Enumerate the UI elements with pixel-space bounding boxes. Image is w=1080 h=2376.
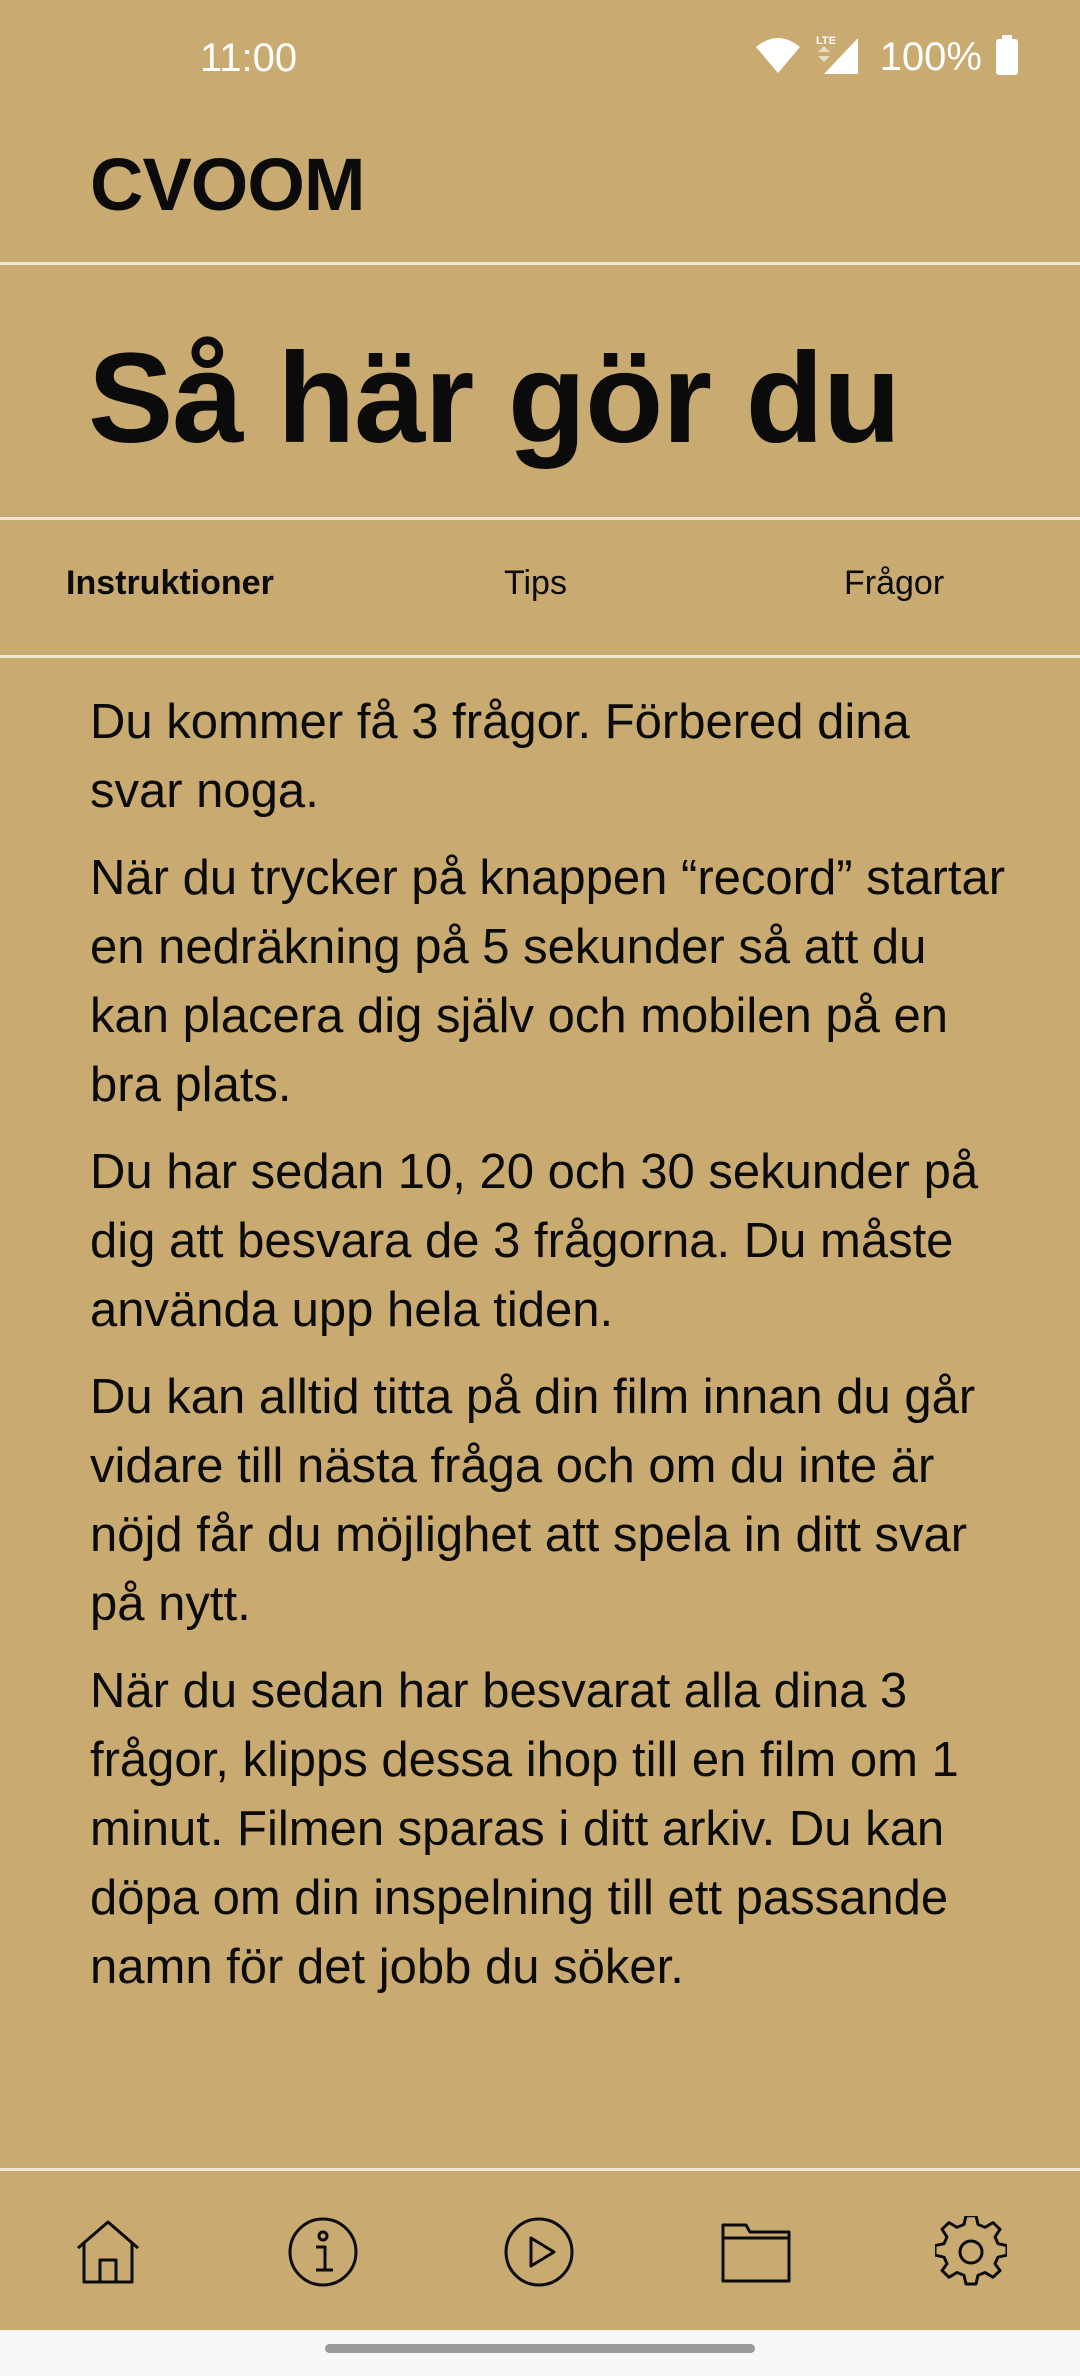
tab-bar: Instruktioner Tips Frågor [0,520,1080,658]
status-bar: 11:00 LTE 100% [0,0,1080,122]
gesture-bar [0,2330,1080,2376]
home-icon [72,2216,144,2293]
title-section: Så här gör du [0,265,1080,520]
app-logo: CVOOM [90,143,366,226]
app-header: CVOOM [0,122,1080,265]
tab-tips[interactable]: Tips [504,564,567,603]
battery-icon [996,35,1018,80]
instruction-paragraph: Du kommer få 3 frågor. Förbered dina sva… [90,695,910,818]
network-type-label: LTE [816,35,836,47]
tab-instruktioner[interactable]: Instruktioner [66,564,274,603]
tab-fragor[interactable]: Frågor [844,564,944,603]
instruction-paragraph: När du trycker på knappen “record” start… [90,851,1006,1112]
page-title: Så här gör du [88,327,901,470]
lte-signal-icon: LTE [816,34,860,81]
gear-icon [933,2213,1009,2293]
instruction-paragraph: När du sedan har besvarat alla dina 3 fr… [90,1664,959,1994]
nav-archive-button[interactable] [718,2216,794,2292]
folder-icon [720,2220,792,2289]
info-icon [287,2216,359,2293]
nav-home-button[interactable] [70,2216,146,2292]
home-gesture-handle[interactable] [325,2344,755,2353]
instructions-content: Du kommer få 3 frågor. Förbered dina sva… [90,688,1010,2020]
status-icons: LTE 100% [754,34,1018,81]
battery-percent: 100% [879,35,982,79]
status-time: 11:00 [200,36,298,80]
nav-record-button[interactable] [501,2216,577,2292]
nav-info-button[interactable] [285,2216,361,2292]
instruction-paragraph: Du har sedan 10, 20 och 30 sekunder på d… [90,1145,979,1337]
play-icon [503,2216,575,2293]
instruction-paragraph: Du kan alltid titta på din film innan du… [90,1370,976,1631]
nav-settings-button[interactable] [933,2213,1009,2293]
wifi-icon [754,35,802,80]
bottom-nav [0,2168,1080,2333]
